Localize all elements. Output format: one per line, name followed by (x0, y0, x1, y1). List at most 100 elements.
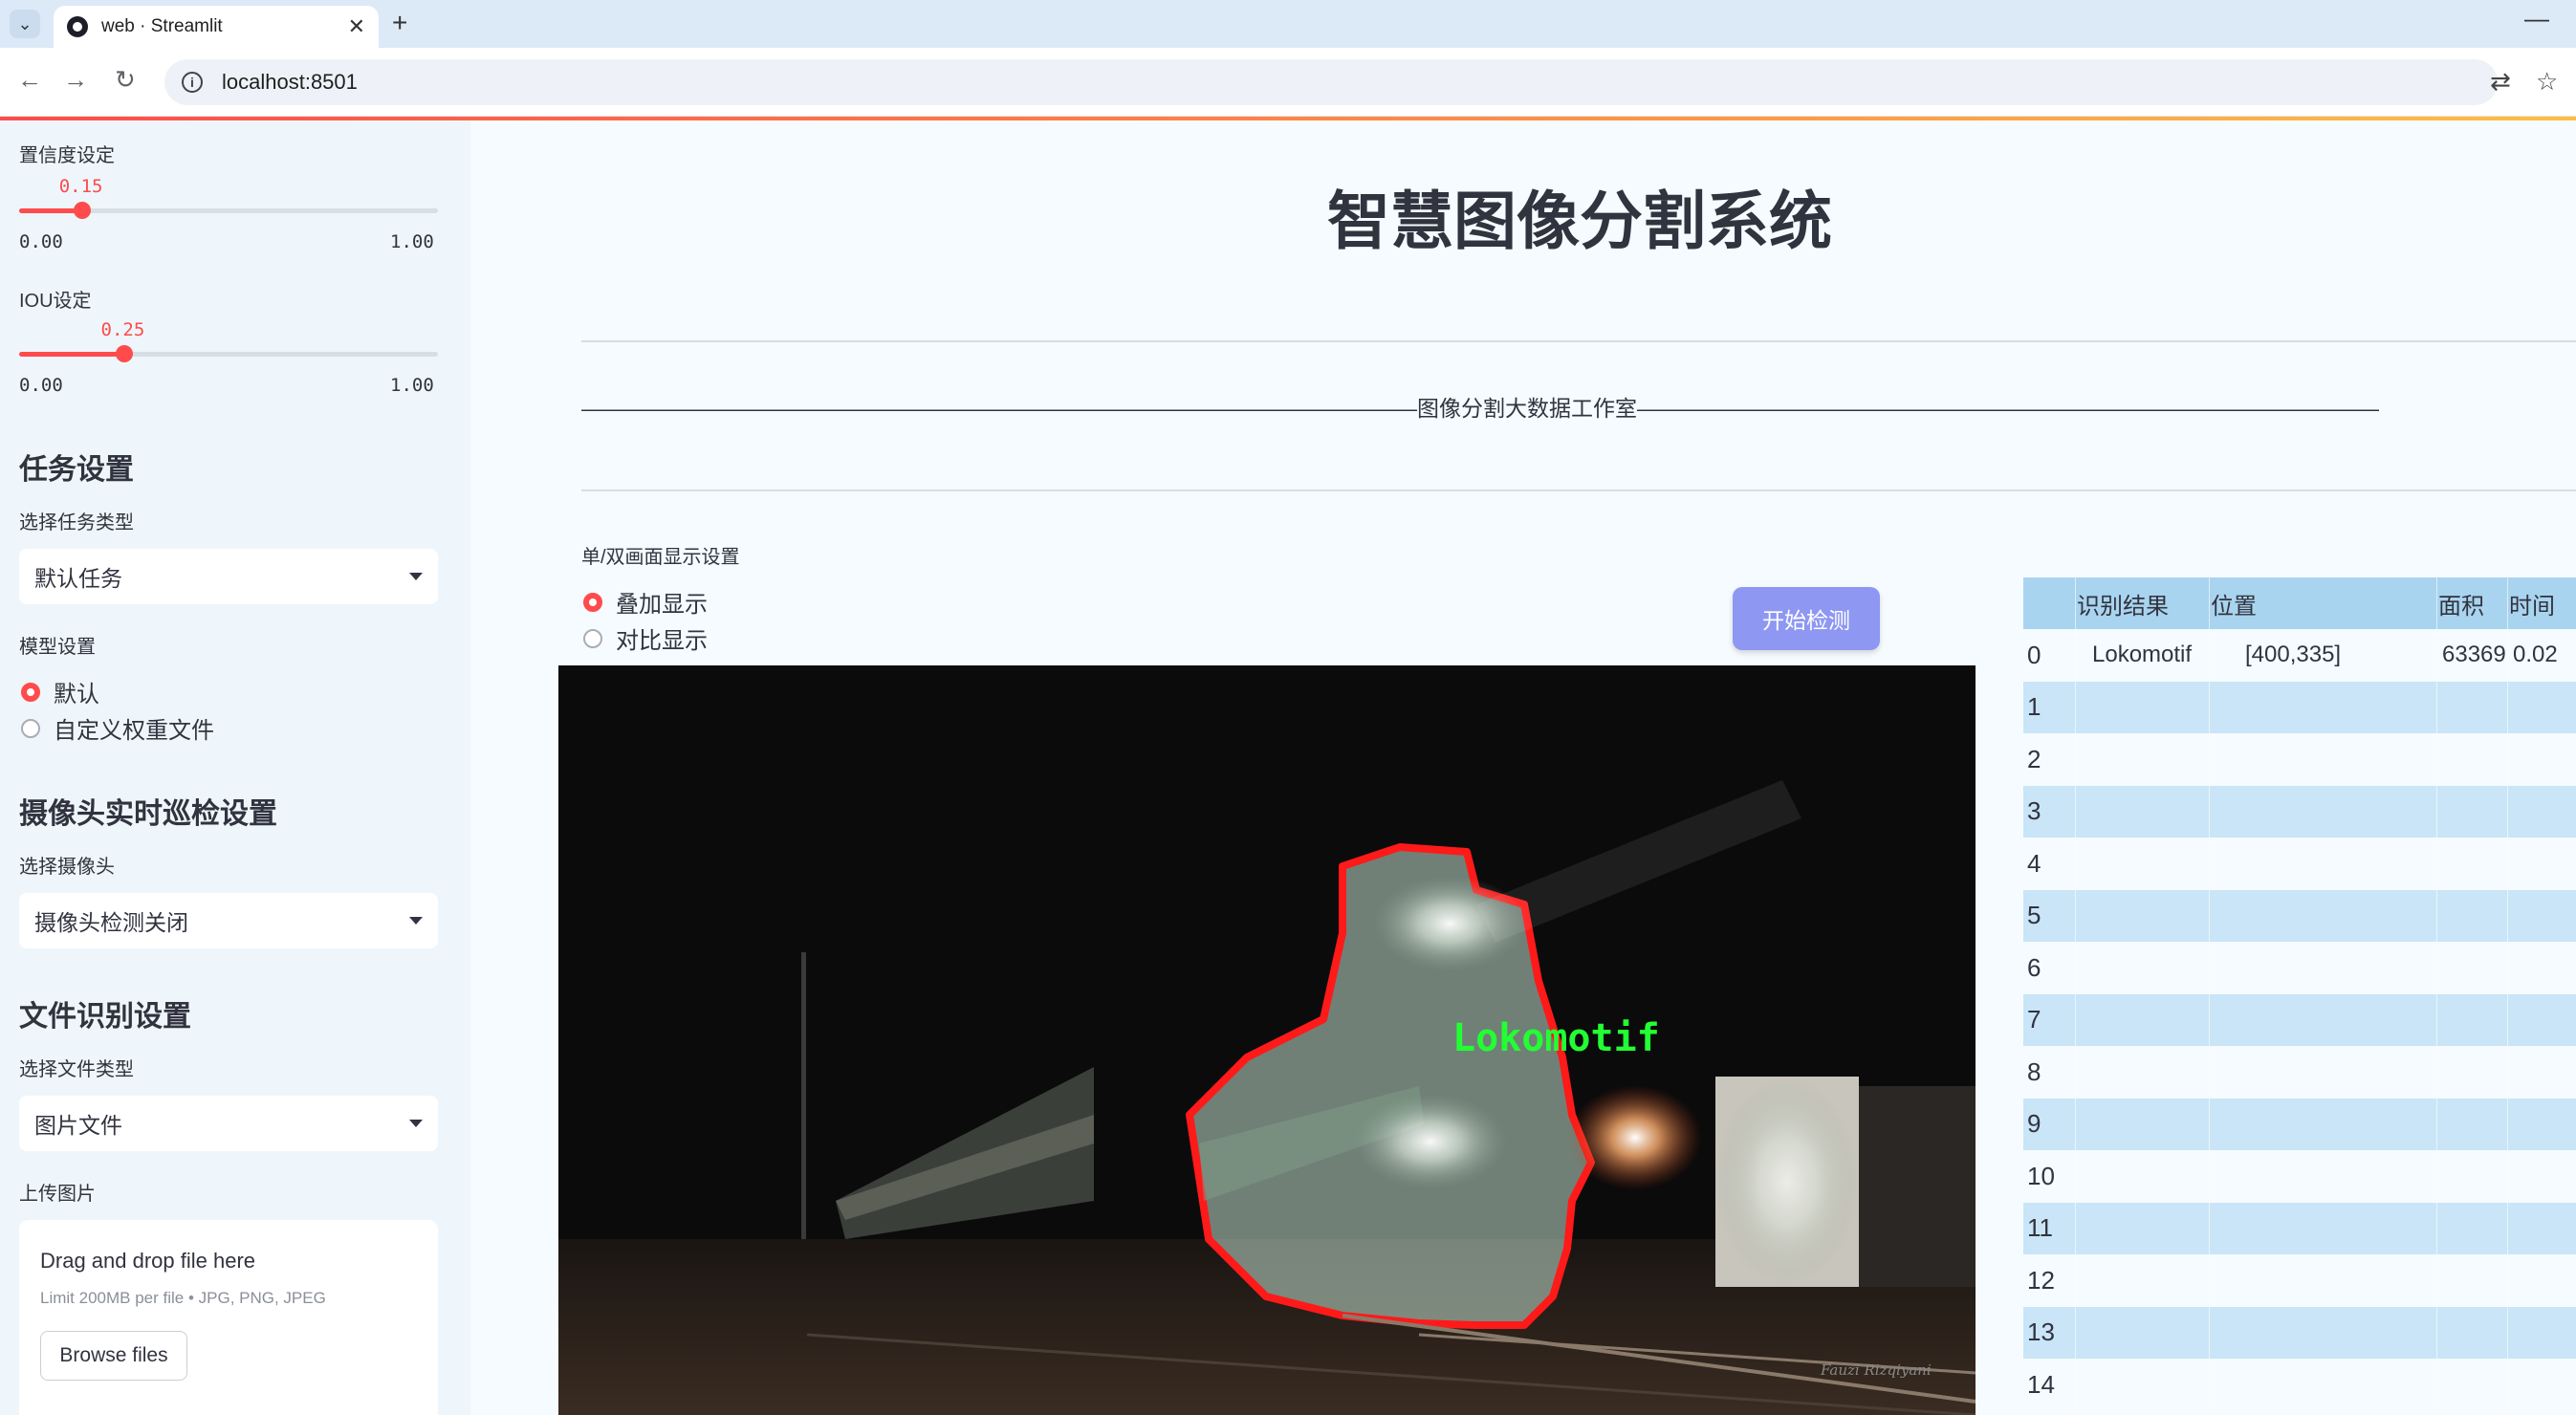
table-row[interactable]: 13 (2023, 1306, 2576, 1359)
table-cell-position: [400,335] (2245, 642, 2342, 667)
file-type-select[interactable]: 图片文件 (19, 1096, 438, 1151)
browser-tab[interactable]: web · Streamlit ✕ (54, 6, 379, 48)
table-header-cell[interactable]: 时间 (2509, 577, 2555, 629)
table-row[interactable]: 11 (2023, 1202, 2576, 1254)
confidence-slider[interactable] (19, 202, 438, 219)
table-row[interactable]: 9 (2023, 1098, 2576, 1150)
url-omnibox[interactable]: i localhost:8501 (164, 59, 2498, 105)
table-column-divider (2075, 1098, 2076, 1150)
model-option-default-label: 默认 (54, 682, 99, 708)
radio-unselected-icon[interactable] (21, 718, 40, 738)
train-night-scene: Lokomotif Fauzi Rizqiyani (558, 665, 1976, 1415)
table-row[interactable]: 4 (2023, 838, 2576, 889)
file-dropzone[interactable]: Drag and drop file here Limit 200MB per … (19, 1220, 438, 1415)
photo-watermark: Fauzi Rizqiyani (1820, 1361, 1932, 1379)
table-column-divider (2209, 733, 2210, 785)
table-row[interactable]: 8 (2023, 1046, 2576, 1098)
confidence-max: 1.00 (390, 231, 434, 252)
table-column-divider (2436, 889, 2437, 942)
row-index: 8 (2027, 1056, 2041, 1086)
reload-icon[interactable]: ↻ (115, 65, 136, 95)
main-content: 智慧图像分割系统 ———————————————————————————————… (470, 120, 2576, 1415)
radio-selected-icon[interactable] (21, 682, 40, 702)
display-option-overlay[interactable]: 叠加显示 (583, 585, 708, 619)
task-type-label: 选择任务类型 (19, 512, 134, 533)
chevron-down-icon (409, 1120, 423, 1127)
dropzone-limit: Limit 200MB per file • JPG, PNG, JPEG (40, 1289, 326, 1307)
iou-min: 0.00 (19, 375, 63, 396)
table-column-divider (2436, 993, 2437, 1046)
table-column-divider (2209, 993, 2210, 1046)
row-index: 4 (2027, 848, 2041, 878)
table-row[interactable]: 7 (2023, 993, 2576, 1046)
row-index: 6 (2027, 952, 2041, 982)
task-type-select[interactable]: 默认任务 (19, 549, 438, 604)
table-header-cell[interactable]: 面积 (2438, 577, 2484, 629)
new-tab-icon[interactable]: + (392, 8, 407, 38)
start-detection-button[interactable]: 开始检测 (1733, 587, 1880, 650)
file-type-label: 选择文件类型 (19, 1059, 134, 1080)
table-column-divider (2507, 1046, 2508, 1098)
bookmark-star-icon[interactable]: ☆ (2536, 67, 2558, 97)
table-row[interactable]: 1 (2023, 681, 2576, 733)
forward-arrow-icon[interactable]: → (63, 65, 88, 95)
table-column-divider (2436, 733, 2437, 785)
table-column-divider (2436, 681, 2437, 733)
table-column-divider (2436, 629, 2437, 681)
task-type-value: 默认任务 (34, 566, 122, 591)
translate-icon[interactable]: ⇄ (2490, 67, 2511, 97)
iou-slider-thumb[interactable] (115, 345, 133, 362)
browser-tab-bar: ⌄ web · Streamlit ✕ + — (0, 0, 2576, 48)
model-option-custom-label: 自定义权重文件 (54, 718, 214, 744)
model-option-default[interactable]: 默认 (21, 675, 99, 708)
table-column-divider (2075, 733, 2076, 785)
site-info-icon[interactable]: i (182, 72, 203, 93)
iou-slider[interactable] (19, 345, 438, 362)
radio-unselected-icon[interactable] (583, 628, 602, 648)
row-index: 7 (2027, 1005, 2041, 1034)
table-row[interactable]: 6 (2023, 942, 2576, 993)
table-column-divider (2436, 1306, 2437, 1359)
table-row[interactable]: 10 (2023, 1150, 2576, 1202)
table-row[interactable]: 0 Lokomotif [400,335] 63369 0.02 (2023, 629, 2576, 681)
close-tab-icon[interactable]: ✕ (348, 14, 365, 39)
camera-select[interactable]: 摄像头检测关闭 (19, 893, 438, 948)
table-column-divider (2209, 1359, 2210, 1410)
back-arrow-icon[interactable]: ← (17, 65, 42, 95)
table-column-divider (2507, 838, 2508, 889)
confidence-slider-thumb[interactable] (73, 202, 91, 219)
table-row[interactable]: 14 (2023, 1359, 2576, 1410)
display-option-compare[interactable]: 对比显示 (583, 621, 708, 655)
model-label: 模型设置 (19, 637, 96, 658)
file-section-heading: 文件识别设置 (19, 1001, 191, 1033)
camera-value: 摄像头检测关闭 (34, 910, 188, 935)
radio-selected-icon[interactable] (583, 592, 602, 612)
table-row[interactable]: 3 (2023, 785, 2576, 838)
table-column-divider (2507, 733, 2508, 785)
minimize-window-icon[interactable]: — (2524, 4, 2549, 33)
confidence-slider-fill (19, 208, 82, 213)
table-header-cell[interactable]: 位置 (2211, 577, 2257, 629)
table-row[interactable]: 12 (2023, 1254, 2576, 1306)
display-option-overlay-label: 叠加显示 (616, 592, 708, 618)
table-column-divider (2075, 1306, 2076, 1359)
table-column-divider (2507, 942, 2508, 993)
iou-label: IOU设定 (19, 291, 92, 312)
streamlit-favicon-icon (67, 16, 88, 37)
table-column-divider (2209, 577, 2210, 629)
confidence-value: 0.15 (58, 176, 103, 197)
table-column-divider (2507, 1254, 2508, 1306)
file-type-value: 图片文件 (34, 1113, 122, 1138)
table-row[interactable]: 5 (2023, 889, 2576, 942)
model-option-custom[interactable]: 自定义权重文件 (21, 711, 214, 745)
row-index: 3 (2027, 796, 2041, 825)
detection-class-label: Lokomotif (1452, 1016, 1660, 1060)
table-row[interactable]: 2 (2023, 733, 2576, 785)
table-column-divider (2507, 1150, 2508, 1202)
browse-files-button[interactable]: Browse files (40, 1331, 187, 1381)
table-column-divider (2075, 1254, 2076, 1306)
table-column-divider (2075, 629, 2076, 681)
tab-search-chevron-icon[interactable]: ⌄ (10, 10, 40, 38)
table-header-cell[interactable]: 识别结果 (2077, 577, 2169, 629)
table-column-divider (2436, 1150, 2437, 1202)
